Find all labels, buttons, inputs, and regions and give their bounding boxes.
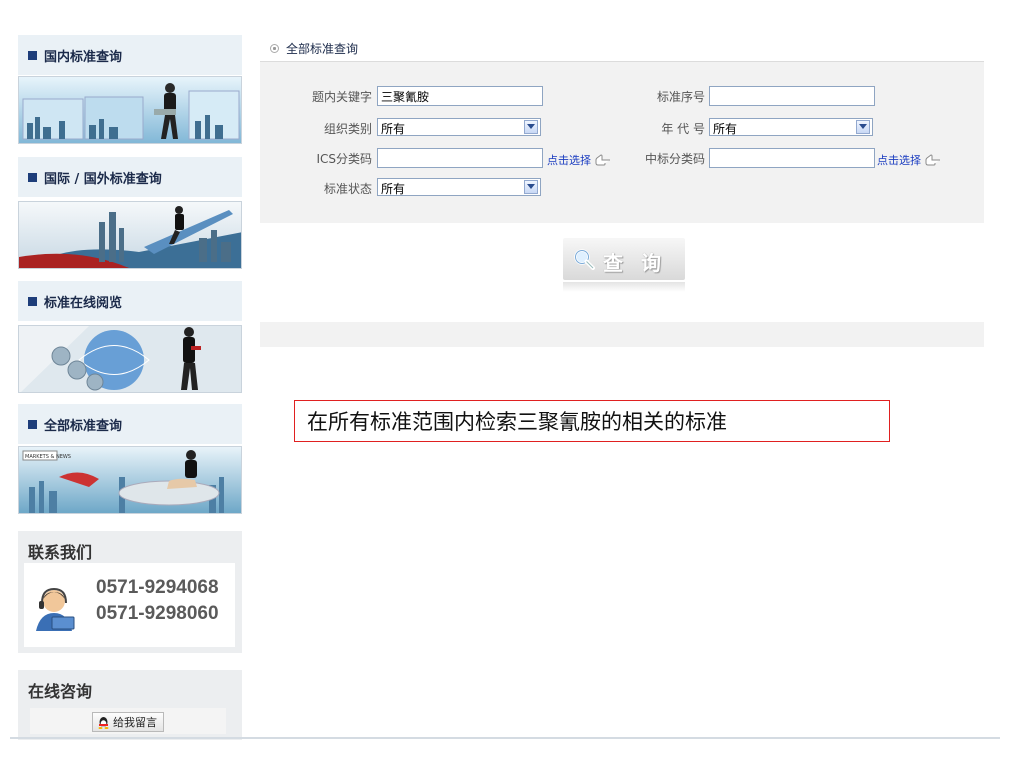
leave-message-button[interactable]: 给我留言 xyxy=(92,712,164,732)
ccs-pick-link[interactable]: 点击选择 xyxy=(877,152,941,168)
status-select[interactable]: 所有 xyxy=(377,178,541,196)
ics-pick-link[interactable]: 点击选择 xyxy=(547,152,611,168)
sidebar-item-all-standards[interactable]: 全部标准查询 xyxy=(18,404,242,444)
hand-pointer-icon xyxy=(595,154,610,166)
chevron-down-icon[interactable] xyxy=(524,180,538,194)
sidebar-item-domestic-standards[interactable]: 国内标准查询 xyxy=(18,35,242,75)
keyword-input[interactable] xyxy=(377,86,543,106)
year-value: 所有 xyxy=(713,122,738,136)
sidebar-item-label: 标准在线阅览 xyxy=(44,295,123,311)
ics-code-label: ICS分类码 xyxy=(316,152,372,166)
square-bullet-icon xyxy=(28,172,37,182)
ccs-code-label: 中标分类码 xyxy=(644,152,705,166)
square-bullet-icon xyxy=(28,419,37,429)
ics-code-input[interactable] xyxy=(377,148,543,168)
domestic-banner-image[interactable] xyxy=(18,76,242,144)
magnifier-icon xyxy=(573,248,595,273)
sidebar-item-online-reading[interactable]: 标准在线阅览 xyxy=(18,281,242,321)
search-button[interactable]: 查询 xyxy=(563,238,685,292)
customer-service-icon xyxy=(32,585,80,636)
footer-divider xyxy=(10,737,1000,739)
year-label: 年 代 号 xyxy=(661,122,705,136)
panel-title: 全部标准查询 xyxy=(286,42,359,56)
sidebar-item-label: 全部标准查询 xyxy=(44,418,123,434)
online-consult-box: 在线咨询 给我留言 xyxy=(18,670,242,740)
status-label: 标准状态 xyxy=(323,182,372,196)
search-button-label: 查询 xyxy=(603,251,679,275)
chevron-down-icon[interactable] xyxy=(524,120,538,134)
sidebar-item-label: 国内标准查询 xyxy=(44,49,123,65)
chevron-down-icon[interactable] xyxy=(856,120,870,134)
org-category-select[interactable]: 所有 xyxy=(377,118,541,136)
keyword-label: 题内关键字 xyxy=(311,90,372,104)
all-standards-banner-image[interactable]: MARKETS & NEWS xyxy=(18,446,242,514)
year-select[interactable]: 所有 xyxy=(709,118,873,136)
ccs-pick-label: 点击选择 xyxy=(877,154,921,167)
contact-phone-2: 0571-9298060 xyxy=(96,603,219,624)
status-value: 所有 xyxy=(381,182,406,196)
contact-us-box: 联系我们 0571-9294068 0571-9298060 xyxy=(18,531,242,653)
serial-input[interactable] xyxy=(709,86,875,106)
serial-label: 标准序号 xyxy=(656,90,705,104)
bullet-dot-icon xyxy=(270,44,279,53)
leave-message-label: 给我留言 xyxy=(113,716,157,729)
results-header-bar xyxy=(260,322,984,347)
org-category-label: 组织类别 xyxy=(323,122,372,136)
sidebar-item-label: 国际 / 国外标准查询 xyxy=(44,171,162,187)
ccs-code-input[interactable] xyxy=(709,148,875,168)
online-reading-banner-image[interactable] xyxy=(18,325,242,393)
international-banner-image[interactable] xyxy=(18,201,242,269)
sidebar-item-international-standards[interactable]: 国际 / 国外标准查询 xyxy=(18,157,242,197)
consult-title: 在线咨询 xyxy=(28,682,93,701)
contact-phone-1: 0571-9294068 xyxy=(96,577,219,598)
hand-pointer-icon xyxy=(925,154,940,166)
qq-icon xyxy=(97,716,110,729)
square-bullet-icon xyxy=(28,50,37,60)
banner-badge-text: MARKETS & NEWS xyxy=(25,454,71,460)
contact-title: 联系我们 xyxy=(28,543,93,562)
annotation-callout: 在所有标准范围内检索三聚氰胺的相关的标准 xyxy=(294,400,890,442)
ics-pick-label: 点击选择 xyxy=(547,154,591,167)
org-category-value: 所有 xyxy=(381,122,406,136)
square-bullet-icon xyxy=(28,296,37,306)
